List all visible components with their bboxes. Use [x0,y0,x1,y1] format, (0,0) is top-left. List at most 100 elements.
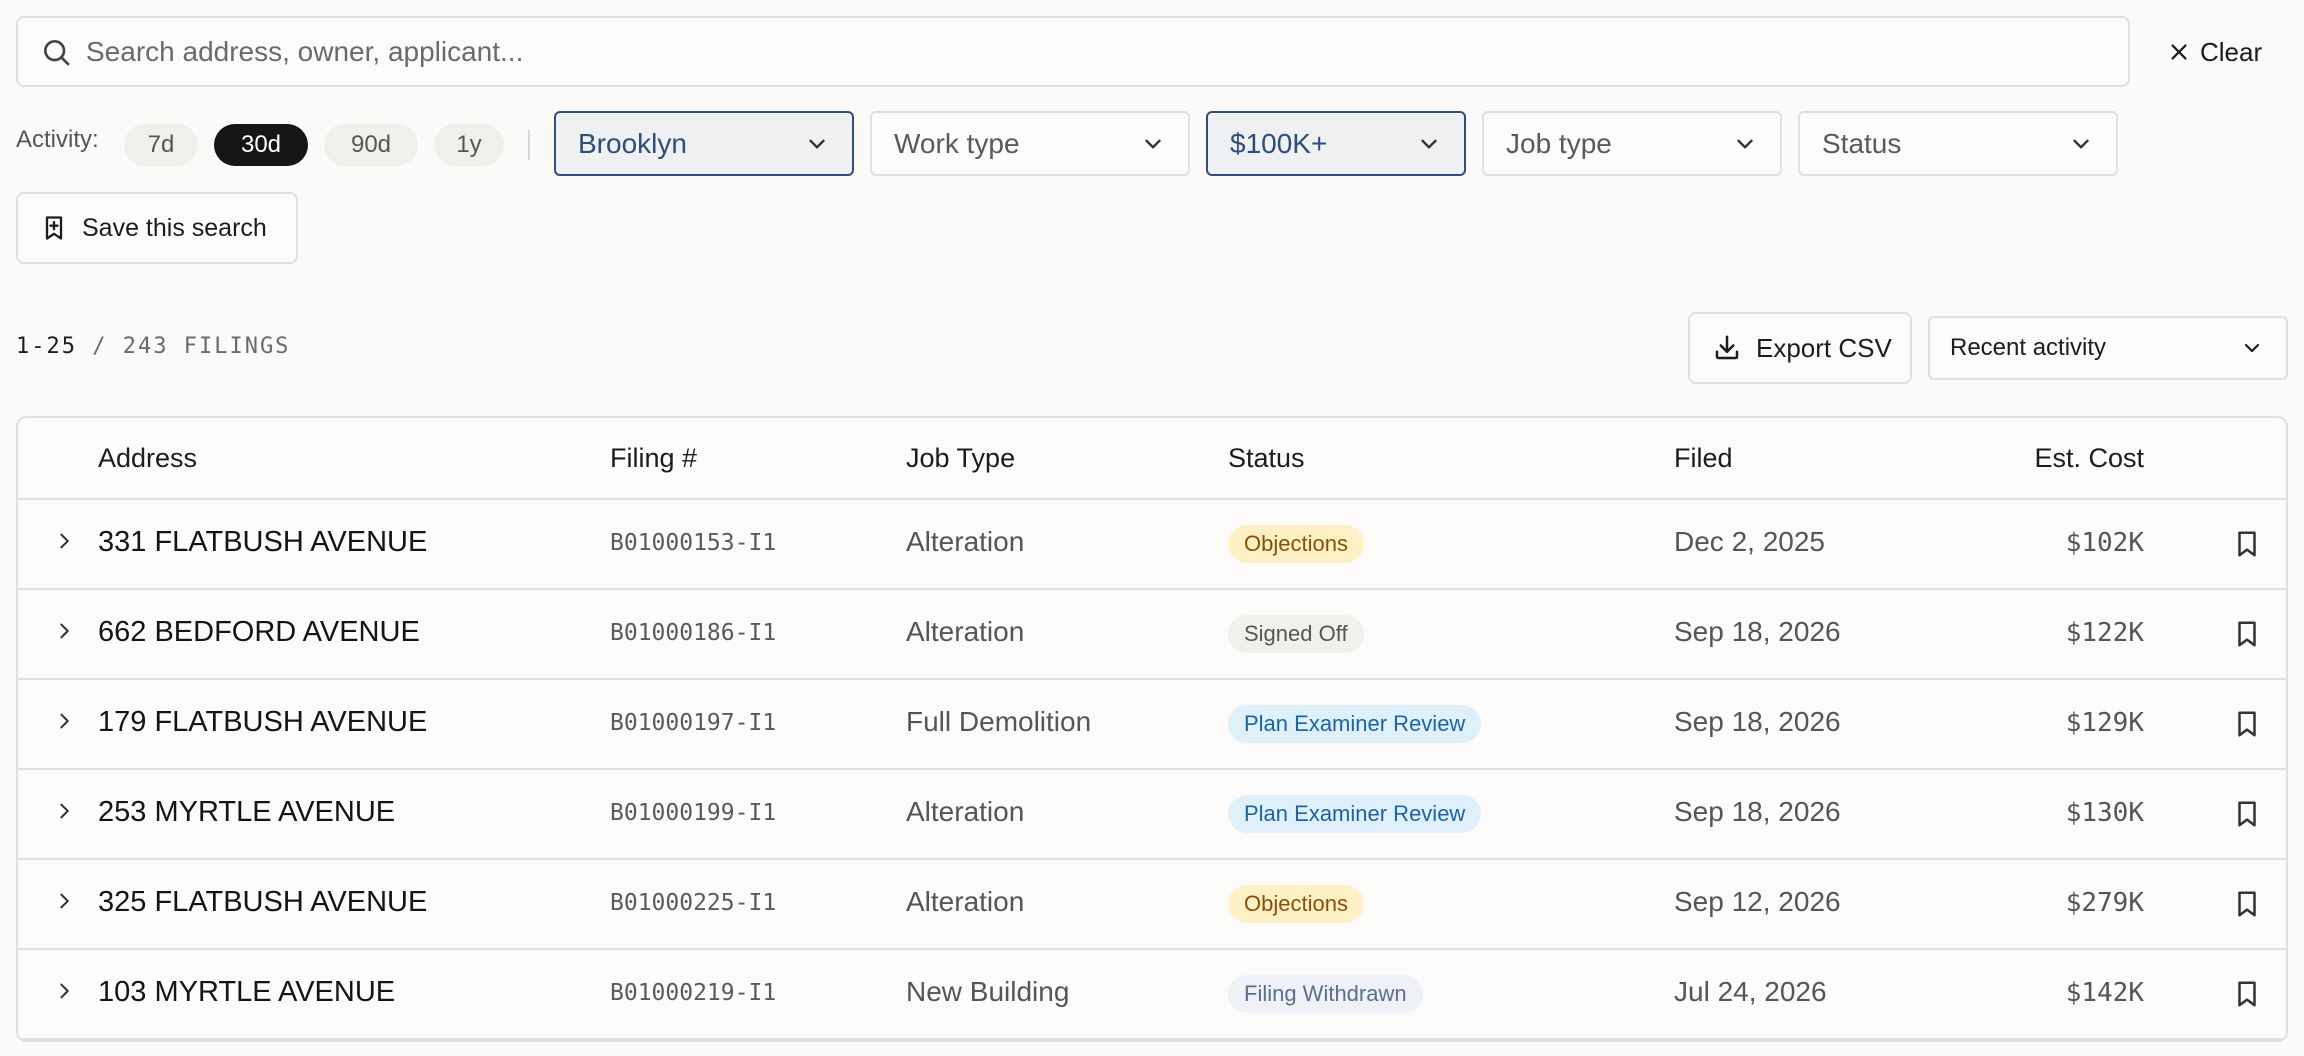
table-row[interactable]: 325 FLATBUSH AVENUE B01000225-I1 Alterat… [18,860,2286,950]
column-header-filing[interactable]: Filing # [610,443,697,474]
borough-select[interactable]: Brooklyn [554,111,854,176]
status-badge: Plan Examiner Review [1228,705,1482,743]
row-filed-date: Dec 2, 2025 [1674,526,1825,557]
chevron-right-icon[interactable] [54,888,76,914]
filter-divider [528,130,530,160]
status-select[interactable]: Status [1798,111,2118,176]
row-address[interactable]: 179 FLATBUSH AVENUE [98,706,427,739]
table-row[interactable]: 103 MYRTLE AVENUE B01000219-I1 New Build… [18,950,2286,1040]
export-csv-button[interactable]: Export CSV [1688,312,1912,384]
column-header-cost[interactable]: Est. Cost [2034,443,2144,474]
range-chip-label: 30d [240,131,282,158]
work-type-value: Work type [894,127,1020,159]
bookmark-plus-icon [40,214,68,242]
row-est-cost: $279K [2065,888,2144,918]
export-csv-label: Export CSV [1756,332,1892,363]
result-total: 243 FILINGS [122,334,291,359]
column-header-job-type[interactable]: Job Type [906,443,1015,474]
row-job-type: Alteration [906,796,1025,827]
clear-label: Clear [2200,36,2263,67]
table-row[interactable]: 331 FLATBUSH AVENUE B01000153-I1 Alterat… [18,500,2286,590]
row-filed-date: Sep 18, 2026 [1674,616,1841,647]
chevron-right-icon[interactable] [54,528,76,554]
bookmark-icon[interactable] [2232,798,2262,830]
search-input[interactable] [86,18,2128,85]
chevron-right-icon[interactable] [54,978,76,1004]
chevron-down-icon [2068,131,2094,157]
row-filing-number: B01000186-I1 [610,620,777,646]
search-box[interactable] [16,16,2130,87]
bookmark-icon[interactable] [2232,888,2262,920]
clear-button[interactable]: Clear [2168,30,2262,74]
chevron-down-icon [1140,131,1166,157]
status-badge: Objections [1228,885,1364,923]
range-chip-90d[interactable]: 90d [324,124,418,166]
result-separator: / [76,334,123,359]
download-icon [1712,333,1742,363]
range-chip-label: 90d [350,131,392,158]
row-address[interactable]: 662 BEDFORD AVENUE [98,616,420,649]
sort-value: Recent activity [1950,334,2107,361]
filings-table: Address Filing # Job Type Status Filed E… [16,416,2288,1042]
table-row[interactable]: 253 MYRTLE AVENUE B01000199-I1 Alteratio… [18,770,2286,860]
save-search-button[interactable]: Save this search [16,192,298,264]
row-job-type: Alteration [906,886,1025,917]
row-job-type: Alteration [906,616,1025,647]
work-type-select[interactable]: Work type [870,111,1190,176]
chevron-right-icon[interactable] [54,708,76,734]
row-filed-date: Sep 18, 2026 [1674,796,1841,827]
row-filed-date: Jul 24, 2026 [1674,976,1827,1007]
row-filing-number: B01000199-I1 [610,800,777,826]
table-row[interactable]: 179 FLATBUSH AVENUE B01000197-I1 Full De… [18,680,2286,770]
row-address[interactable]: 103 MYRTLE AVENUE [98,976,395,1009]
close-icon [2168,41,2190,63]
chevron-right-icon[interactable] [54,618,76,644]
column-header-address[interactable]: Address [98,443,197,474]
job-type-value: Job type [1506,127,1612,159]
row-est-cost: $102K [2065,528,2144,558]
row-address[interactable]: 325 FLATBUSH AVENUE [98,886,427,919]
range-chip-30d[interactable]: 30d [214,124,308,166]
cost-select[interactable]: $100K+ [1206,111,1466,176]
table-row[interactable]: 662 BEDFORD AVENUE B01000186-I1 Alterati… [18,590,2286,680]
row-filed-date: Sep 18, 2026 [1674,706,1841,737]
row-filing-number: B01000219-I1 [610,980,777,1006]
row-est-cost: $129K [2065,708,2144,738]
range-chip-label: 1y [456,131,482,158]
column-header-status[interactable]: Status [1228,443,1305,474]
chevron-down-icon [1416,131,1442,157]
column-header-filed[interactable]: Filed [1674,443,1733,474]
search-icon [40,36,72,68]
chevron-right-icon[interactable] [54,798,76,824]
row-job-type: Alteration [906,526,1025,557]
row-job-type: New Building [906,976,1070,1007]
status-value: Status [1822,127,1902,159]
range-chip-7d[interactable]: 7d [124,124,198,166]
row-filed-date: Sep 12, 2026 [1674,886,1841,917]
save-search-label: Save this search [82,213,267,242]
chevron-down-icon [1732,131,1758,157]
cost-value: $100K+ [1230,127,1328,159]
row-filing-number: B01000225-I1 [610,890,777,916]
bookmark-icon[interactable] [2232,618,2262,650]
row-filing-number: B01000153-I1 [610,530,777,556]
activity-label: Activity: [16,126,99,153]
sort-select[interactable]: Recent activity [1928,316,2288,380]
borough-value: Brooklyn [578,127,687,159]
bookmark-icon[interactable] [2232,708,2262,740]
status-badge: Objections [1228,525,1364,563]
table-header: Address Filing # Job Type Status Filed E… [18,418,2286,500]
range-chip-1y[interactable]: 1y [434,124,504,166]
status-badge: Filing Withdrawn [1228,975,1423,1013]
bookmark-icon[interactable] [2232,978,2262,1010]
row-address[interactable]: 331 FLATBUSH AVENUE [98,526,427,559]
job-type-select[interactable]: Job type [1482,111,1782,176]
result-count: 1-25 / 243 FILINGS [16,334,290,359]
row-address[interactable]: 253 MYRTLE AVENUE [98,796,395,829]
row-est-cost: $130K [2065,798,2144,828]
row-est-cost: $142K [2065,978,2144,1008]
row-filing-number: B01000197-I1 [610,710,777,736]
status-badge: Signed Off [1228,615,1364,653]
chevron-down-icon [804,131,830,157]
bookmark-icon[interactable] [2232,528,2262,560]
